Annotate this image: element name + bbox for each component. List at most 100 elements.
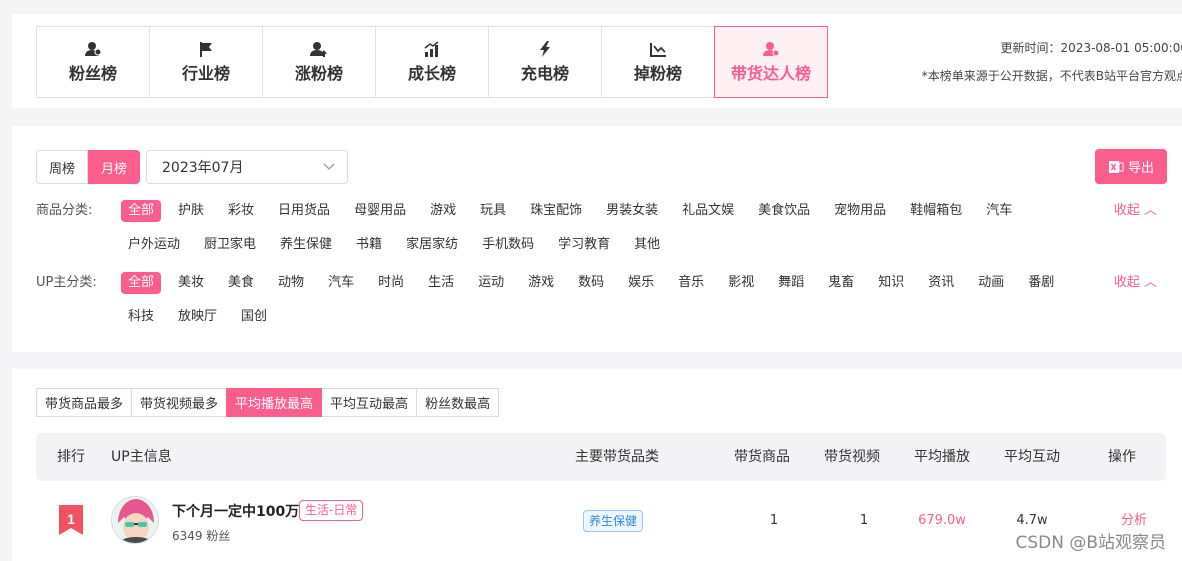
update-time: 更新时间：2023-08-01 05:00:00 <box>1000 41 1182 55</box>
tab-label: 成长榜 <box>407 63 456 83</box>
up-category-chip[interactable]: 番剧 <box>1021 272 1061 294</box>
chevron-down-icon <box>323 163 335 170</box>
month-value: 2023年07月 <box>162 160 244 176</box>
sort-tab[interactable]: 粉丝数最高 <box>416 388 500 417</box>
tab-label: 充电榜 <box>520 63 569 83</box>
product-category-chip[interactable]: 男装女装 <box>599 200 665 222</box>
sort-tab[interactable]: 平均互动最高 <box>321 388 418 417</box>
product-category-chip[interactable]: 美食饮品 <box>751 200 817 222</box>
product-category-chip[interactable]: 礼品文娱 <box>675 200 741 222</box>
product-category-row: 商品分类: 全部 护肤 彩妆 日用货品 母婴用品 游戏 玩具 珠宝配饰 男装女装 礼品文娱 美食饮品… <box>36 200 1081 268</box>
tab-fans[interactable]: 粉丝榜 <box>36 26 150 98</box>
up-collapse-button[interactable]: 收起 ︿ <box>1114 272 1157 294</box>
up-category-row: UP主分类: 全部 美妆 美食 动物 汽车 时尚 生活 运动 游戏 数码 娱乐 音乐 影视 舞蹈 鬼畜 知识资… <box>36 272 1081 340</box>
weekly-button[interactable]: 周榜 <box>36 150 88 184</box>
product-category-chip[interactable]: 厨卫家电 <box>197 234 263 256</box>
product-category-chip[interactable]: 彩妆 <box>221 200 261 222</box>
product-category-chip[interactable]: 全部 <box>121 200 162 222</box>
product-category-chip[interactable]: 护肤 <box>171 200 211 222</box>
period-toggle: 周榜 月榜 <box>36 150 140 184</box>
monthly-button[interactable]: 月榜 <box>88 150 140 184</box>
user-up-icon <box>310 41 327 57</box>
product-category-chip[interactable]: 游戏 <box>423 200 463 222</box>
tab-fans-loss[interactable]: 掉粉榜 <box>601 26 715 98</box>
up-category-chip[interactable]: 美妆 <box>171 272 211 294</box>
product-category-chip[interactable]: 汽车 <box>979 200 1019 222</box>
product-category-chip[interactable]: 珠宝配饰 <box>523 200 589 222</box>
up-category-chip[interactable]: 数码 <box>571 272 611 294</box>
rank-number: 1 <box>67 511 75 527</box>
sort-tab[interactable]: 带货视频最多 <box>131 388 228 417</box>
collapse-label: 收起 <box>1113 275 1140 290</box>
up-name[interactable]: 下个月一定中100万 <box>172 501 299 521</box>
up-fans-count: 6349 粉丝 <box>172 529 231 543</box>
ranking-table-panel: 带货商品最多 带货视频最多 平均播放最高 平均互动最高 粉丝数最高 排行 UP主信息 主… <box>12 369 1182 561</box>
excel-icon <box>1108 160 1124 173</box>
up-category-chip[interactable]: 时尚 <box>371 272 411 294</box>
tab-label: 涨粉榜 <box>294 63 343 83</box>
column-action: 操作 <box>1108 449 1136 465</box>
tab-label: 带货达人榜 <box>730 63 811 83</box>
up-category-chip[interactable]: 音乐 <box>671 272 711 294</box>
tab-industry[interactable]: 行业榜 <box>149 26 263 98</box>
up-category-chip[interactable]: 汽车 <box>321 272 361 294</box>
up-category-chip[interactable]: 影视 <box>721 272 761 294</box>
up-category-chip[interactable]: 国创 <box>234 306 274 328</box>
up-category-chip[interactable]: 知识 <box>871 272 911 294</box>
tab-charge[interactable]: 充电榜 <box>488 26 602 98</box>
product-category-chip[interactable]: 学习教育 <box>551 234 617 256</box>
product-category-chip[interactable]: 玩具 <box>473 200 513 222</box>
up-category-chip[interactable]: 游戏 <box>521 272 561 294</box>
product-category-chips: 全部 护肤 彩妆 日用货品 母婴用品 游戏 玩具 珠宝配饰 男装女装 礼品文娱 美食饮品 宠物用品 鞋帽… <box>121 200 1081 268</box>
up-category-chip[interactable]: 舞蹈 <box>771 272 811 294</box>
avatar[interactable] <box>111 496 159 544</box>
up-category-chip[interactable]: 全部 <box>121 272 162 294</box>
product-category-chip[interactable]: 宠物用品 <box>827 200 893 222</box>
product-category-chip[interactable]: 其他 <box>627 234 667 256</box>
avatar-image-icon <box>112 497 158 543</box>
up-category-chip[interactable]: 美食 <box>221 272 261 294</box>
flag-icon <box>200 41 212 57</box>
up-category-chip[interactable]: 动物 <box>271 272 311 294</box>
ranking-tabs: 粉丝榜 行业榜 涨粉榜 成长榜 充电榜 掉粉榜 带货达人榜 <box>36 26 828 98</box>
watermark: CSDN @B站观察员 <box>1015 533 1166 553</box>
up-category-chip[interactable]: 动画 <box>971 272 1011 294</box>
up-category-chip[interactable]: 科技 <box>121 306 161 328</box>
column-up-info: UP主信息 <box>111 449 172 465</box>
chevron-up-icon: ︿ <box>1143 275 1157 290</box>
product-category-chip[interactable]: 养生保健 <box>273 234 339 256</box>
column-avg-play: 平均播放 <box>914 449 970 465</box>
product-category-chip[interactable]: 母婴用品 <box>347 200 413 222</box>
up-category-chip[interactable]: 娱乐 <box>621 272 661 294</box>
sort-tabs: 带货商品最多 带货视频最多 平均播放最高 平均互动最高 粉丝数最高 <box>36 388 500 417</box>
product-collapse-button[interactable]: 收起 ︿ <box>1114 200 1157 222</box>
main-category-badge: 养生保健 <box>583 510 644 532</box>
up-category-chip[interactable]: 放映厅 <box>171 306 224 328</box>
tab-growth-fans[interactable]: 涨粉榜 <box>262 26 376 98</box>
up-category-chip[interactable]: 鬼畜 <box>821 272 861 294</box>
ranking-type-panel: 粉丝榜 行业榜 涨粉榜 成长榜 充电榜 掉粉榜 带货达人榜 更新时间：2023-… <box>12 14 1182 108</box>
product-category-chip[interactable]: 户外运动 <box>121 234 187 256</box>
month-select[interactable]: 2023年07月 <box>146 150 348 184</box>
up-category-chip[interactable]: 运动 <box>471 272 511 294</box>
up-category-chip[interactable]: 资讯 <box>921 272 961 294</box>
product-category-chip[interactable]: 鞋帽箱包 <box>903 200 969 222</box>
product-category-chip[interactable]: 家居家纺 <box>399 234 465 256</box>
sort-tab[interactable]: 平均播放最高 <box>226 388 323 417</box>
up-category-chip[interactable]: 生活 <box>421 272 461 294</box>
product-category-chip[interactable]: 日用货品 <box>271 200 337 222</box>
trend-down-icon <box>650 42 666 57</box>
sort-tab[interactable]: 带货商品最多 <box>36 388 133 417</box>
rank-badge-icon: 1 <box>59 505 83 535</box>
export-label: 导出 <box>1127 161 1154 176</box>
tab-label: 掉粉榜 <box>633 63 682 83</box>
product-category-title: 商品分类: <box>36 203 93 218</box>
table-header: 排行 UP主信息 主要带货品类 带货商品 带货视频 平均播放 平均互动 操作 <box>36 433 1166 481</box>
product-category-chip[interactable]: 手机数码 <box>475 234 541 256</box>
tab-sales-creators[interactable]: 带货达人榜 <box>714 26 828 98</box>
export-button[interactable]: 导出 <box>1095 149 1167 184</box>
tab-growth[interactable]: 成长榜 <box>375 26 489 98</box>
column-products: 带货商品 <box>734 449 790 465</box>
product-category-chip[interactable]: 书籍 <box>349 234 389 256</box>
column-rank: 排行 <box>57 449 85 465</box>
